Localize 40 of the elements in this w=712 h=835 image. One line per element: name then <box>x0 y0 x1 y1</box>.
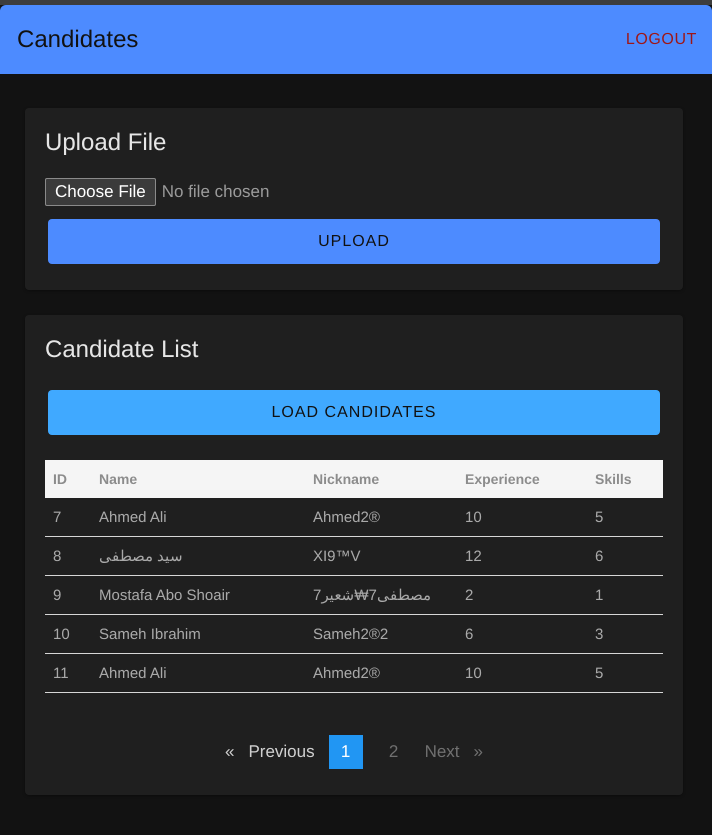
table-cell: 5 <box>587 498 663 536</box>
table-cell: Mostafa Abo Shoair <box>91 576 305 614</box>
page-title: Candidates <box>17 26 138 54</box>
column-header: ID <box>45 460 91 498</box>
file-status-text: No file chosen <box>162 182 270 202</box>
column-header: Experience <box>457 460 587 498</box>
card-title: Upload File <box>45 129 168 157</box>
table-cell: 9 <box>45 576 91 614</box>
table-cell: Ahmed2® <box>305 654 457 692</box>
upload-button[interactable]: UPLOAD <box>48 219 660 264</box>
table-cell: 7 <box>45 498 91 536</box>
table-cell: 5 <box>587 654 663 692</box>
column-header: Skills <box>587 460 663 498</box>
table-cell: 6 <box>457 614 587 654</box>
column-header: Nickname <box>305 460 457 498</box>
page-number-button[interactable]: 1 <box>328 735 363 769</box>
table-cell: 11 <box>45 654 91 692</box>
table-cell: 3 <box>587 614 663 654</box>
table-cell: 8 <box>45 536 91 576</box>
table-cell: Sameh Ibrahim <box>91 614 305 654</box>
table-cell: مصطفى7₩شعير7 <box>305 576 457 614</box>
choose-file-button[interactable]: Choose File <box>45 178 156 206</box>
column-header: Name <box>91 460 305 498</box>
table-cell: 10 <box>457 498 587 536</box>
table-cell: Sameh2®2 <box>305 614 457 654</box>
table-cell: 10 <box>45 614 91 654</box>
table-cell: Ahmed2® <box>305 498 457 536</box>
table-cell: 1 <box>587 576 663 614</box>
next-button[interactable]: Next » <box>424 735 484 769</box>
card-title: Candidate List <box>45 336 200 364</box>
table-cell: XI9™V <box>305 536 457 576</box>
table-cell: 6 <box>587 536 663 576</box>
table-cell: Ahmed Ali <box>91 654 305 692</box>
table-cell: سيد مصطفى <box>91 536 305 576</box>
page-number-button[interactable]: 2 <box>376 735 411 769</box>
table-cell: 10 <box>457 654 587 692</box>
table-cell: 12 <box>457 536 587 576</box>
table-cell: 2 <box>457 576 587 614</box>
load-candidates-button[interactable]: LOAD CANDIDATES <box>48 390 660 435</box>
table-cell: Ahmed Ali <box>91 498 305 536</box>
